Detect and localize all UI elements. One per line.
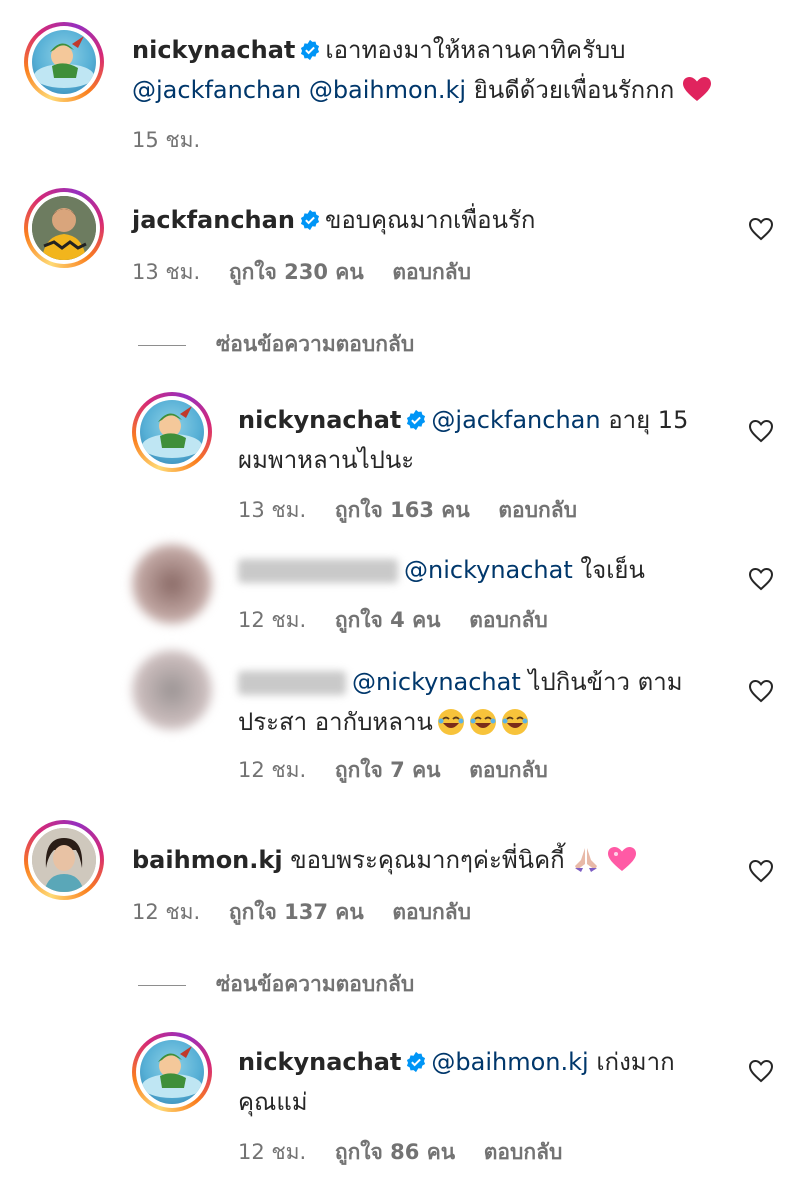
avatar-baihmon[interactable] <box>24 820 104 900</box>
like-heart-icon[interactable] <box>748 1058 774 1084</box>
avatar-nickynachat[interactable] <box>24 22 104 102</box>
hide-replies-label: ซ่อนข้อความตอบกลับ <box>216 332 415 356</box>
like-heart-icon[interactable] <box>748 678 774 704</box>
reply-button[interactable]: ตอบกลับ <box>484 1140 563 1164</box>
reply-username[interactable]: nickynachat <box>238 406 401 434</box>
mention-link[interactable]: @nickynachat <box>404 556 573 584</box>
comment-body: baihmon.kj ขอบพระคุณมากๆค่ะพี่นิคกี้ <box>132 840 732 880</box>
comment-text: ขอบคุณมากเพื่อนรัก <box>324 206 536 234</box>
like-heart-icon[interactable] <box>748 858 774 884</box>
verified-badge-icon <box>407 1051 426 1073</box>
person-avatar-icon <box>32 196 96 260</box>
laughing-face-icon <box>501 709 528 735</box>
mention-link[interactable]: @jackfanchan <box>431 406 600 434</box>
verified-badge-icon <box>300 209 320 231</box>
reply-text: ใจเย็น <box>580 556 645 584</box>
blurred-username[interactable] <box>238 671 346 695</box>
like-count[interactable]: ถูกใจ 230 คน <box>229 260 364 284</box>
like-count[interactable]: ถูกใจ 137 คน <box>229 900 364 924</box>
hide-replies-button[interactable]: ซ่อนข้อความตอบกลับ <box>138 968 414 1001</box>
hide-replies-label: ซ่อนข้อความตอบกลับ <box>216 972 415 996</box>
reply-body: nickynachat @jackfanchan อายุ 15 ผมพาหลาน… <box>238 400 718 480</box>
mention-link[interactable]: @baihmon.kj <box>431 1048 588 1076</box>
praying-hands-icon <box>574 848 597 872</box>
peter-pan-avatar-icon <box>34 36 94 88</box>
reply-button[interactable]: ตอบกลับ <box>498 498 577 522</box>
comment-text: ยินดีด้วยเพื่อนรักกก <box>473 76 675 104</box>
comment-body: nickynachat เอาทองมาให้หลานคาทิครับบ @jac… <box>132 30 752 110</box>
divider-line <box>138 344 186 346</box>
timestamp: 15 ชม. <box>132 128 201 152</box>
timestamp: 13 ชม. <box>132 260 201 284</box>
comments-page: nickynachat เอาทองมาให้หลานคาทิครับบ @jac… <box>0 0 800 1187</box>
comment-username[interactable]: nickynachat <box>132 36 295 64</box>
timestamp: 13 ชม. <box>238 498 307 522</box>
reply-text: ไปกินข้าว ตาม <box>528 668 683 696</box>
comment-meta: 13 ชม. ถูกใจ 230 คน ตอบกลับ <box>132 256 493 289</box>
mention-link[interactable]: @nickynachat <box>352 668 521 696</box>
timestamp: 12 ชม. <box>132 900 201 924</box>
reply-username[interactable]: nickynachat <box>238 1048 401 1076</box>
reply-body: @nickynachat ใจเย็น <box>238 550 738 590</box>
comment-username[interactable]: baihmon.kj <box>132 846 283 874</box>
reply-button[interactable]: ตอบกลับ <box>469 758 548 782</box>
avatar-nickynachat[interactable] <box>132 1032 212 1112</box>
reply-meta: 12 ชม. ถูกใจ 4 คน ตอบกลับ <box>238 604 570 637</box>
like-count[interactable]: ถูกใจ 4 คน <box>335 608 441 632</box>
reply-text: ผมพาหลานไปนะ <box>238 446 415 474</box>
peter-pan-avatar-icon <box>142 1046 202 1098</box>
blurred-avatar[interactable] <box>132 650 212 730</box>
timestamp: 12 ชม. <box>238 758 307 782</box>
red-heart-icon <box>682 77 711 101</box>
reply-meta: 13 ชม. ถูกใจ 163 คน ตอบกลับ <box>238 494 599 527</box>
mention-link[interactable]: @baihmon.kj <box>309 76 466 104</box>
reply-text: เก่งมาก <box>596 1048 675 1076</box>
like-heart-icon[interactable] <box>748 418 774 444</box>
like-heart-icon[interactable] <box>748 216 774 242</box>
avatar-nickynachat[interactable] <box>132 392 212 472</box>
laughing-face-icon <box>469 709 496 735</box>
woman-avatar-icon <box>32 828 96 892</box>
timestamp: 12 ชม. <box>238 608 307 632</box>
comment-text: ขอบพระคุณมากๆค่ะพี่นิคกี้ <box>290 846 565 874</box>
reply-meta: 12 ชม. ถูกใจ 86 คน ตอบกลับ <box>238 1136 584 1169</box>
reply-button[interactable]: ตอบกลับ <box>392 260 471 284</box>
mention-link[interactable]: @jackfanchan <box>132 76 301 104</box>
pink-heart-icon <box>607 847 636 871</box>
blurred-avatar[interactable] <box>132 544 212 624</box>
peter-pan-avatar-icon <box>142 406 202 458</box>
reply-body: nickynachat @baihmon.kj เก่งมาก คุณแม่ <box>238 1042 718 1122</box>
timestamp: 12 ชม. <box>238 1140 307 1164</box>
like-count[interactable]: ถูกใจ 163 คน <box>335 498 470 522</box>
blurred-username[interactable] <box>238 559 398 583</box>
reply-text: คุณแม่ <box>238 1088 308 1116</box>
reply-meta: 12 ชม. ถูกใจ 7 คน ตอบกลับ <box>238 754 570 787</box>
like-count[interactable]: ถูกใจ 86 คน <box>335 1140 455 1164</box>
divider-line <box>138 984 186 986</box>
reply-button[interactable]: ตอบกลับ <box>392 900 471 924</box>
hide-replies-button[interactable]: ซ่อนข้อความตอบกลับ <box>138 328 414 361</box>
like-heart-icon[interactable] <box>748 566 774 592</box>
reply-button[interactable]: ตอบกลับ <box>469 608 548 632</box>
comment-meta: 15 ชม. <box>132 124 222 157</box>
reply-text: อายุ 15 <box>608 406 689 434</box>
comment-body: jackfanchan ขอบคุณมากเพื่อนรัก <box>132 200 712 240</box>
reply-text: ประสา อากับหลาน <box>238 708 433 736</box>
laughing-face-icon <box>437 709 464 735</box>
comment-text: เอาทองมาให้หลานคาทิครับบ <box>325 36 626 64</box>
avatar-jackfanchan[interactable] <box>24 188 104 268</box>
verified-badge-icon <box>407 409 426 431</box>
like-count[interactable]: ถูกใจ 7 คน <box>335 758 441 782</box>
comment-meta: 12 ชม. ถูกใจ 137 คน ตอบกลับ <box>132 896 493 929</box>
reply-body: @nickynachat ไปกินข้าว ตาม ประสา อากับหล… <box>238 662 718 742</box>
verified-badge-icon <box>301 39 320 61</box>
comment-username[interactable]: jackfanchan <box>132 206 295 234</box>
